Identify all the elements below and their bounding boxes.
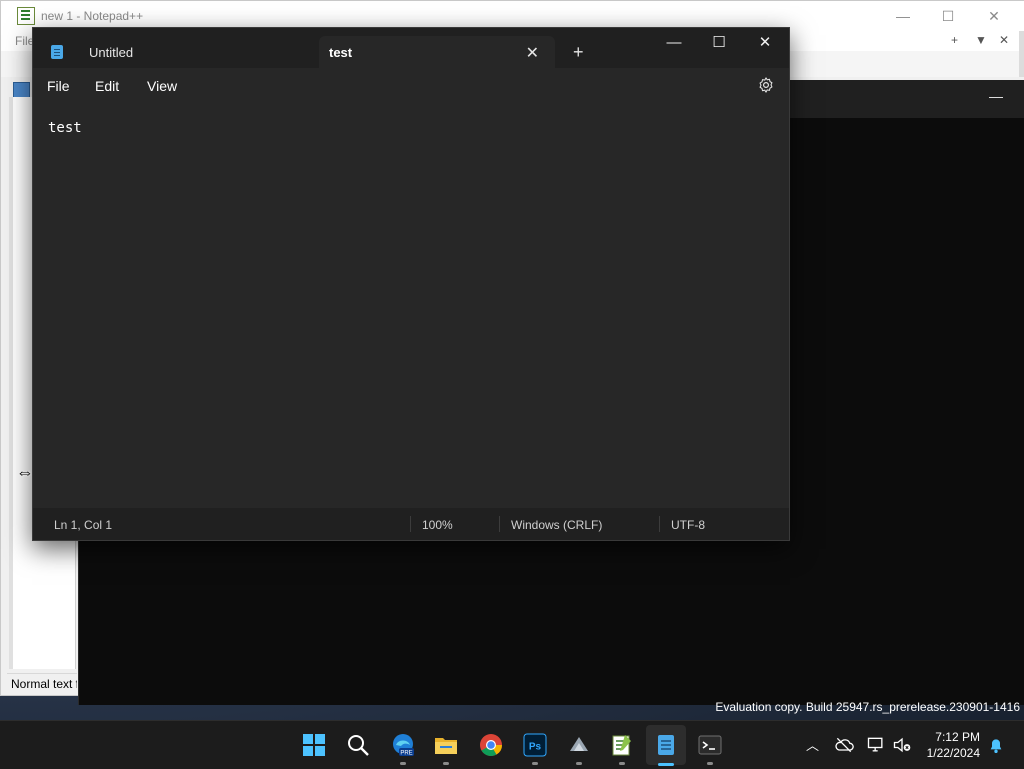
close-icon[interactable]: ✕ (742, 28, 788, 56)
search-icon[interactable] (346, 733, 370, 757)
onedrive-icon[interactable] (834, 735, 854, 755)
encoding[interactable]: UTF-8 (671, 518, 705, 532)
menu-view[interactable]: View (147, 78, 177, 94)
photoshop-icon[interactable]: Ps (523, 733, 547, 757)
active-indicator (658, 763, 674, 766)
edge-beta-icon[interactable]: PRE (391, 733, 415, 757)
svg-text:Ps: Ps (529, 742, 542, 753)
gear-icon[interactable] (757, 76, 775, 94)
editor-content[interactable]: test (48, 120, 82, 136)
running-indicator (576, 762, 582, 765)
text-editor[interactable]: test (33, 104, 789, 508)
terminal-icon[interactable] (698, 733, 722, 757)
clock-time: 7:12 PM (935, 730, 980, 744)
network-icon[interactable] (866, 735, 886, 755)
tab-label: test (329, 44, 353, 60)
notepad-window: Untitled test ✕ + — ☐ ✕ File Edit View t… (32, 27, 790, 541)
running-indicator (443, 762, 449, 765)
zoom-level[interactable]: 100% (422, 518, 453, 532)
resize-cursor-icon: ⇔ (16, 462, 34, 482)
notepadpp-icon[interactable] (610, 733, 634, 757)
volume-muted-icon[interactable] (892, 735, 912, 755)
tab-test[interactable]: test ✕ (319, 36, 555, 68)
minimize-icon[interactable]: — (651, 28, 697, 56)
notification-bell-icon[interactable] (988, 737, 1004, 755)
maximize-icon[interactable]: ☐ (925, 1, 971, 31)
tab-untitled[interactable]: Untitled (41, 36, 311, 68)
new-tab-icon[interactable]: + (951, 33, 958, 47)
new-tab-button[interactable]: + (573, 42, 584, 63)
minimize-icon[interactable]: — (880, 1, 926, 31)
app-x-icon[interactable] (567, 733, 591, 757)
tab-strip: Untitled test ✕ + — ☐ ✕ (33, 28, 789, 68)
evaluation-watermark: Evaluation copy. Build 25947.rs_prerelea… (715, 700, 1020, 714)
taskbar: PRE Ps ︿ 7:12 PM 1/22/2024 (0, 720, 1024, 769)
line-number-margin (9, 97, 13, 669)
maximize-icon[interactable]: ☐ (696, 28, 742, 56)
clock[interactable]: 7:12 PM 1/22/2024 (927, 729, 980, 761)
file-explorer-icon[interactable] (434, 733, 458, 757)
close-doc-icon[interactable]: ✕ (999, 33, 1009, 47)
divider (410, 516, 411, 532)
cursor-position: Ln 1, Col 1 (54, 518, 113, 532)
divider (499, 516, 500, 532)
close-icon[interactable]: ✕ (971, 1, 1017, 31)
notepad-icon[interactable] (654, 733, 678, 757)
running-indicator (619, 762, 625, 765)
menu-file[interactable]: File (47, 78, 70, 94)
status-language: Normal text f (11, 677, 77, 691)
menu-bar: File Edit View (33, 68, 789, 104)
chrome-icon[interactable] (479, 733, 503, 757)
line-ending[interactable]: Windows (CRLF) (511, 518, 602, 532)
minimize-icon[interactable]: — (989, 88, 1003, 104)
running-indicator (400, 762, 406, 765)
divider (659, 516, 660, 532)
notepadpp-statusbar: Normal text f (7, 673, 77, 694)
scrollbar[interactable] (1019, 31, 1024, 77)
status-bar: Ln 1, Col 1 100% Windows (CRLF) UTF-8 (33, 508, 789, 540)
clock-date: 1/22/2024 (926, 746, 980, 760)
menu-edit[interactable]: Edit (95, 78, 119, 94)
tab-list-icon[interactable]: ▼ (975, 33, 987, 47)
running-indicator (707, 762, 713, 765)
notepadpp-app-icon (17, 7, 35, 25)
chevron-up-icon[interactable]: ︿ (806, 735, 819, 754)
running-indicator (532, 762, 538, 765)
start-icon[interactable] (302, 733, 326, 757)
notepad-doc-icon (51, 45, 63, 59)
close-tab-icon[interactable]: ✕ (526, 43, 539, 63)
tab-label: Untitled (89, 44, 134, 60)
svg-text:PRE: PRE (400, 751, 412, 757)
notepadpp-title: new 1 - Notepad++ (41, 9, 144, 23)
